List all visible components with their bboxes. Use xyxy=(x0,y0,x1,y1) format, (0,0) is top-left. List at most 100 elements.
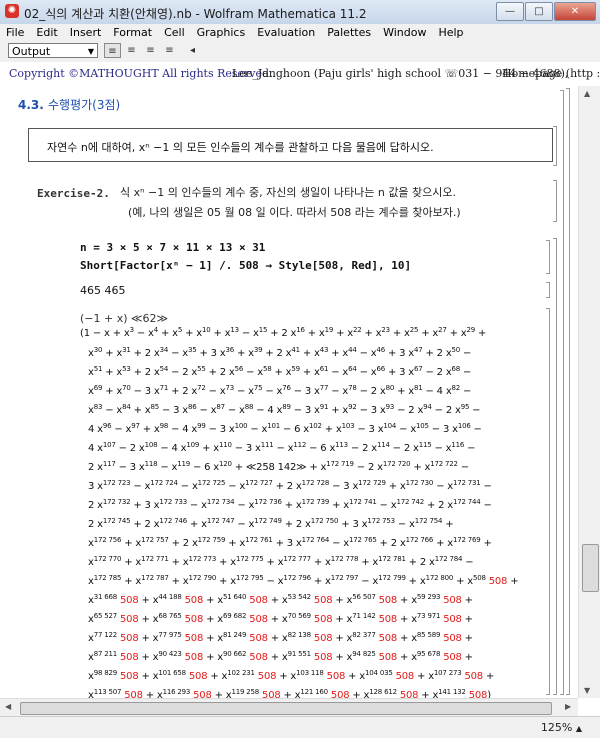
exercise-label: Exercise-2. xyxy=(37,187,110,200)
highlight-508: 508 xyxy=(313,614,333,625)
highlight-508: 508 xyxy=(468,690,488,698)
highlight-508: 508 xyxy=(443,595,462,606)
expr-line: x172 756 + x172 757 + 2 x172 759 + x172 … xyxy=(88,536,492,550)
zoom-level[interactable]: 125% ▲ xyxy=(541,721,582,734)
group-cell-bracket[interactable] xyxy=(553,238,557,695)
output-cell-bracket-2[interactable] xyxy=(546,308,550,695)
minimize-button[interactable]: — xyxy=(496,2,524,21)
output-n-value: 465 465 xyxy=(80,284,126,297)
notebook-area: 4.3. 수행평가(3점) 자연수 n에 대하여, xⁿ −1 의 모든 인수들… xyxy=(0,86,578,698)
menu-graphics[interactable]: Graphics xyxy=(191,24,252,39)
question-box: 자연수 n에 대하여, xⁿ −1 의 모든 인수들의 계수를 관찰하고 다음 … xyxy=(28,128,553,162)
zoom-value: 125% xyxy=(540,721,573,734)
highlight-508: 508 xyxy=(249,633,268,644)
input-line-1[interactable]: n = 3 × 5 × 7 × 11 × 13 × 31 xyxy=(80,241,265,254)
highlight-508: 508 xyxy=(120,595,139,606)
highlight-508: 508 xyxy=(262,690,281,698)
scroll-left-icon[interactable]: ◀ xyxy=(5,702,11,711)
menu-bar: File Edit Insert Format Cell Graphics Ev… xyxy=(0,24,600,41)
highlight-508: 508 xyxy=(443,614,462,625)
highlight-508: 508 xyxy=(257,671,277,682)
input-line-2[interactable]: Short[Factor[xⁿ − 1] /. 508 → Style[508,… xyxy=(80,259,411,272)
outdent-arrow-icon[interactable]: ◂ xyxy=(184,43,201,58)
section-cell-bracket[interactable] xyxy=(566,88,570,695)
highlight-508: 508 xyxy=(464,671,483,682)
highlight-508: 508 xyxy=(326,671,346,682)
expr-line: 2 x117 − 3 x118 − x119 − 6 x120 + ≪258 1… xyxy=(88,460,469,474)
expr-line: x65 527 508 + x68 765 508 + x69 682 508 … xyxy=(88,612,473,626)
highlight-508: 508 xyxy=(378,652,398,663)
toolbar: Output ▼ ≡ ≡ ≡ ≡ ◂ xyxy=(0,41,600,63)
zoom-up-icon[interactable]: ▲ xyxy=(576,724,582,733)
vertical-scroll-thumb[interactable] xyxy=(582,544,599,592)
highlight-508: 508 xyxy=(120,614,139,625)
scroll-right-icon[interactable]: ▶ xyxy=(565,702,571,711)
expr-line: x31 668 508 + x44 188 508 + x51 640 508 … xyxy=(88,593,473,607)
menu-evaluation[interactable]: Evaluation xyxy=(251,24,321,39)
menu-edit[interactable]: Edit xyxy=(30,24,63,39)
expr-line: 2 x172 732 + 3 x172 733 − x172 734 − x17… xyxy=(88,498,492,512)
scroll-down-icon[interactable]: ▼ xyxy=(584,686,590,695)
subsection-cell-bracket[interactable] xyxy=(560,90,564,695)
cell-style-value: Output xyxy=(12,45,51,58)
menu-help[interactable]: Help xyxy=(432,24,469,39)
highlight-508: 508 xyxy=(249,614,268,625)
expr-line: x98 829 508 + x101 658 508 + x102 231 50… xyxy=(88,669,495,683)
exercise-cell-bracket[interactable] xyxy=(553,180,557,222)
cell-style-dropdown[interactable]: Output ▼ xyxy=(8,43,98,58)
align-left-button[interactable]: ≡ xyxy=(104,43,121,58)
menu-cell[interactable]: Cell xyxy=(158,24,191,39)
highlight-508: 508 xyxy=(378,633,398,644)
highlight-508: 508 xyxy=(120,652,139,663)
highlight-508: 508 xyxy=(193,690,212,698)
menu-insert[interactable]: Insert xyxy=(64,24,108,39)
expr-line: (1 − x + x3 − x4 + x5 + x10 + x13 − x15 … xyxy=(80,326,487,340)
exercise-line-2: (예, 나의 생일은 05 월 08 일 이다. 따라서 508 라는 계수를 … xyxy=(128,206,461,219)
question-text: 자연수 n에 대하여, xⁿ −1 의 모든 인수들의 계수를 관찰하고 다음 … xyxy=(47,141,434,154)
highlight-508: 508 xyxy=(399,690,419,698)
highlight-508: 508 xyxy=(249,595,268,606)
status-bar: 125% ▲ xyxy=(0,716,600,738)
expr-line: x87 211 508 + x90 423 508 + x90 662 508 … xyxy=(88,650,473,664)
copyright-header: Copyright ©MATHOUGHT All rights Reserved… xyxy=(0,62,600,85)
expr-line: x69 + x70 − 3 x71 + 2 x72 − x73 − x75 − … xyxy=(88,384,472,398)
menu-format[interactable]: Format xyxy=(107,24,158,39)
highlight-508: 508 xyxy=(488,576,508,587)
highlight-508: 508 xyxy=(330,690,350,698)
text-cell-bracket[interactable] xyxy=(553,126,557,166)
horizontal-scroll-thumb[interactable] xyxy=(20,702,552,715)
section-title-text: 수행평가(3점) xyxy=(48,98,121,112)
menu-palettes[interactable]: Palettes xyxy=(321,24,377,39)
expr-line: 4 x107 − 2 x108 − 4 x109 + x110 − 3 x111… xyxy=(88,441,476,455)
menu-file[interactable]: File xyxy=(0,24,30,39)
close-button[interactable]: ✕ xyxy=(554,2,596,21)
expr-line: x83 − x84 + x85 − 3 x86 − x87 − x88 − 4 … xyxy=(88,403,481,417)
expr-line: x51 + x53 + 2 x54 − 2 x55 + 2 x56 − x58 … xyxy=(88,365,472,379)
output-head: (−1 + x) ≪62≫ xyxy=(80,312,169,325)
highlight-508: 508 xyxy=(120,633,139,644)
expr-line: x172 770 + x172 771 + x172 773 + x172 77… xyxy=(88,555,474,569)
scroll-up-icon[interactable]: ▲ xyxy=(584,89,590,98)
output-cell-bracket[interactable] xyxy=(546,282,550,298)
expr-line: 3 x172 723 − x172 724 − x172 725 − x172 … xyxy=(88,479,492,493)
align-justify-button[interactable]: ≡ xyxy=(161,43,178,58)
highlight-508: 508 xyxy=(378,614,398,625)
highlight-508: 508 xyxy=(313,633,333,644)
align-center-button[interactable]: ≡ xyxy=(123,43,140,58)
title-bar: ✺ 02_식의 계산과 치환(안채영).nb - Wolfram Mathema… xyxy=(0,0,600,25)
input-cell-bracket[interactable] xyxy=(546,240,550,274)
highlight-508: 508 xyxy=(184,633,204,644)
vertical-scrollbar[interactable]: ▲ ▼ xyxy=(578,86,600,698)
expr-line: x113 507 508 + x116 293 508 + x119 258 5… xyxy=(88,689,491,699)
mathematica-icon: ✺ xyxy=(5,4,19,18)
expr-line: 2 x172 745 + 2 x172 746 + x172 747 − x17… xyxy=(88,517,454,531)
align-right-button[interactable]: ≡ xyxy=(142,43,159,58)
menu-window[interactable]: Window xyxy=(377,24,432,39)
section-number: 4.3. xyxy=(18,98,44,112)
horizontal-scrollbar[interactable]: ◀ ▶ xyxy=(0,698,578,717)
chevron-down-icon: ▼ xyxy=(87,47,94,56)
exercise-line-1: 식 xⁿ −1 의 인수들의 계수 중, 자신의 생일이 나타나는 n 값을 찾… xyxy=(120,186,457,199)
maximize-button[interactable]: □ xyxy=(525,2,553,21)
highlight-508: 508 xyxy=(313,652,333,663)
highlight-508: 508 xyxy=(443,652,462,663)
